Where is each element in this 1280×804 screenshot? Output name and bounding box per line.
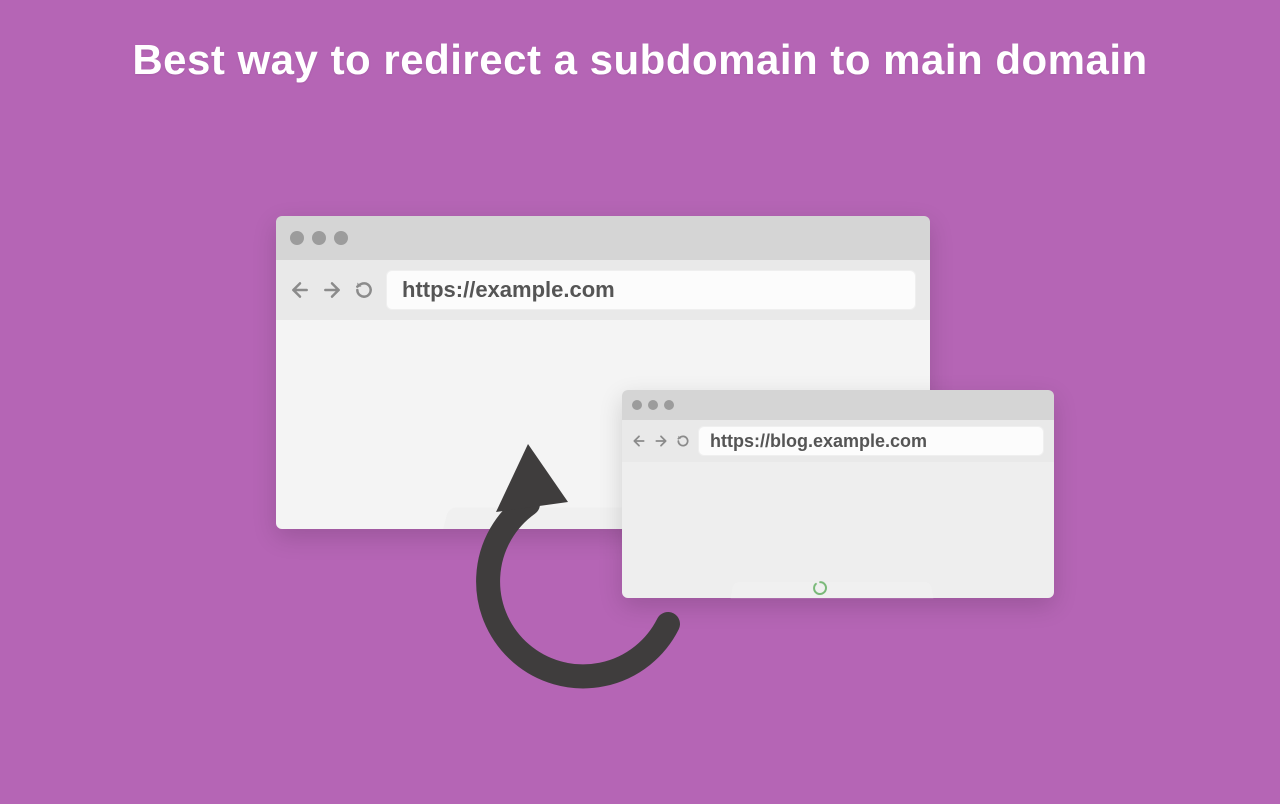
address-bar[interactable]: https://example.com — [386, 270, 916, 310]
page-title: Best way to redirect a subdomain to main… — [0, 0, 1280, 84]
traffic-light-minimize-icon — [312, 231, 326, 245]
url-text: https://example.com — [402, 277, 615, 303]
tab-strip — [732, 582, 1032, 598]
illustration-stage: https://example.com — [0, 84, 1280, 804]
redirect-arrow-icon — [458, 444, 698, 684]
reload-button[interactable] — [354, 280, 374, 300]
back-button[interactable] — [290, 280, 310, 300]
arrow-right-icon — [322, 280, 342, 300]
loading-spinner-icon — [812, 580, 828, 596]
toolbar: https://example.com — [276, 260, 930, 320]
url-text: https://blog.example.com — [710, 431, 927, 452]
reload-icon — [354, 280, 374, 300]
nav-controls — [290, 280, 374, 300]
browser-tab[interactable] — [731, 582, 934, 598]
titlebar — [622, 390, 1054, 420]
titlebar — [276, 216, 930, 260]
address-bar[interactable]: https://blog.example.com — [698, 426, 1044, 456]
traffic-light-close-icon — [290, 231, 304, 245]
traffic-light-zoom-icon — [334, 231, 348, 245]
forward-button[interactable] — [322, 280, 342, 300]
arrow-left-icon — [290, 280, 310, 300]
traffic-light-zoom-icon — [664, 400, 674, 410]
traffic-light-close-icon — [632, 400, 642, 410]
traffic-light-minimize-icon — [648, 400, 658, 410]
